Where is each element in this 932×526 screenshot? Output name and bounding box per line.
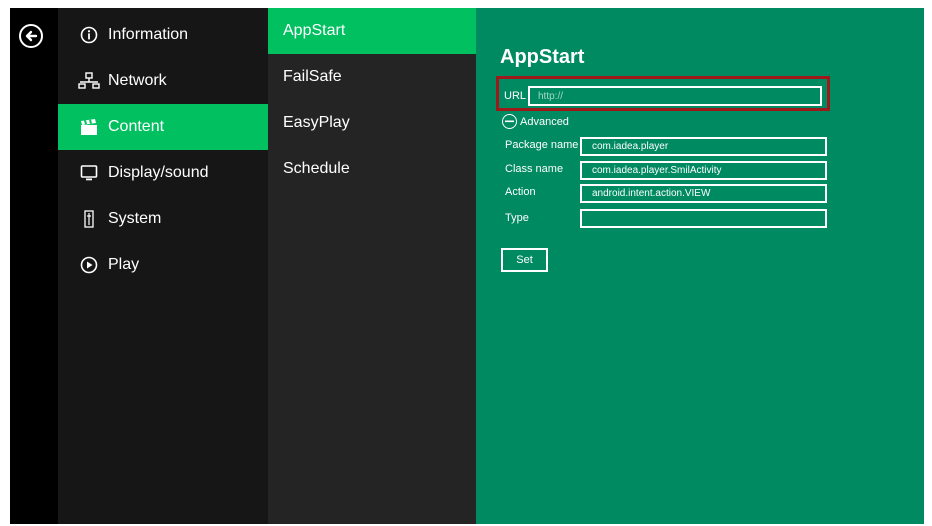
- package-name-field[interactable]: [580, 137, 827, 156]
- package-name-label: Package name: [505, 139, 579, 151]
- settings-panel: AppStart URL Advanced Package name Class…: [476, 8, 924, 524]
- network-icon: [78, 70, 100, 92]
- type-field[interactable]: [580, 209, 827, 228]
- main-menu: Information Network Content Display/soun…: [58, 8, 268, 524]
- back-button[interactable]: [19, 24, 43, 48]
- menu-item-network[interactable]: Network: [58, 58, 268, 104]
- class-name-label: Class name: [505, 163, 564, 175]
- set-button[interactable]: Set: [501, 248, 548, 272]
- action-field[interactable]: [580, 184, 827, 203]
- back-column: [10, 8, 58, 524]
- collapse-minus-icon: [502, 114, 517, 129]
- advanced-label: Advanced: [520, 115, 569, 128]
- back-arrow-circle-icon: [25, 30, 38, 42]
- monitor-icon: [78, 162, 100, 184]
- submenu: AppStart FailSafe EasyPlay Schedule: [268, 8, 476, 524]
- submenu-item-label: FailSafe: [283, 68, 342, 85]
- menu-item-display-sound[interactable]: Display/sound: [58, 150, 268, 196]
- menu-item-content[interactable]: Content: [58, 104, 268, 150]
- menu-item-play[interactable]: Play: [58, 242, 268, 288]
- submenu-item-schedule[interactable]: Schedule: [268, 146, 476, 192]
- play-icon: [78, 254, 100, 276]
- submenu-item-label: EasyPlay: [283, 114, 350, 131]
- type-label: Type: [505, 212, 529, 224]
- menu-item-label: Display/sound: [108, 164, 209, 181]
- menu-item-label: Play: [108, 256, 140, 273]
- submenu-item-easyplay[interactable]: EasyPlay: [268, 100, 476, 146]
- submenu-item-appstart[interactable]: AppStart: [268, 8, 476, 54]
- system-icon: [78, 208, 100, 230]
- menu-item-label: Content: [108, 118, 165, 135]
- submenu-item-label: AppStart: [283, 22, 346, 39]
- menu-item-label: System: [108, 210, 162, 227]
- submenu-item-failsafe[interactable]: FailSafe: [268, 54, 476, 100]
- page-title: AppStart: [500, 46, 585, 68]
- menu-item-information[interactable]: Information: [58, 12, 268, 58]
- submenu-item-label: Schedule: [283, 160, 350, 177]
- action-label: Action: [505, 186, 536, 198]
- menu-item-label: Information: [108, 26, 189, 43]
- menu-item-system[interactable]: System: [58, 196, 268, 242]
- info-icon: [78, 24, 100, 46]
- url-input[interactable]: [528, 86, 822, 106]
- advanced-toggle[interactable]: Advanced: [502, 114, 569, 129]
- clapperboard-icon: [78, 116, 100, 138]
- app-window: Information Network Content Display/soun…: [10, 8, 924, 524]
- url-label: URL: [504, 90, 527, 102]
- class-name-field[interactable]: [580, 161, 827, 180]
- menu-item-label: Network: [108, 72, 167, 89]
